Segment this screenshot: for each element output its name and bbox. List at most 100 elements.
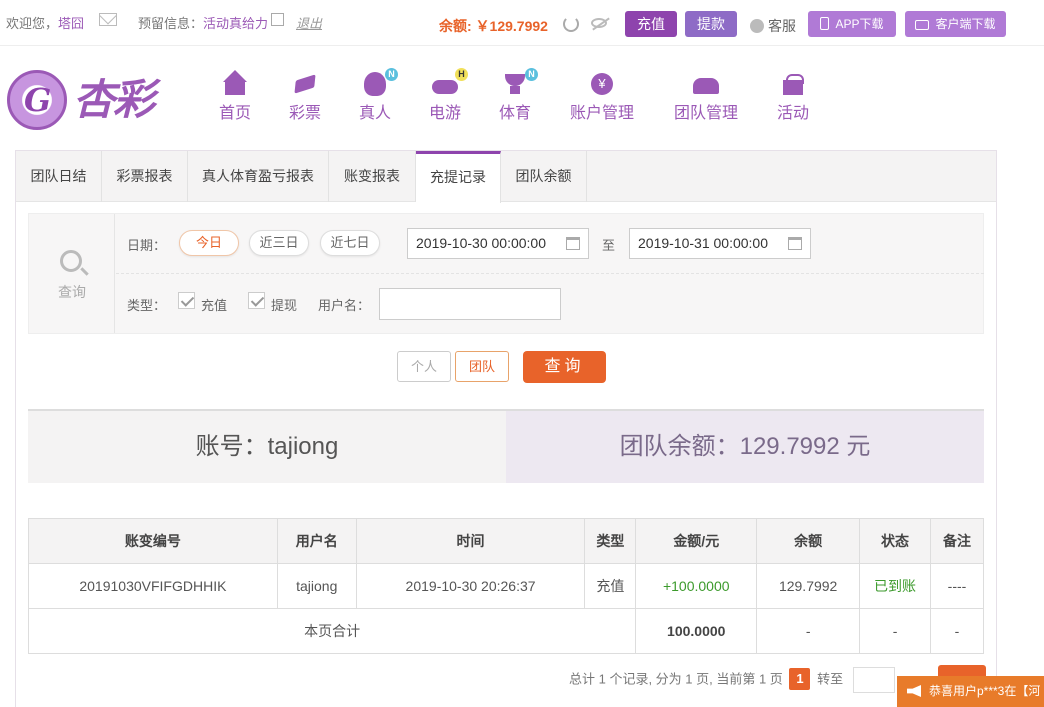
nav-sports-label: 体育 <box>498 105 531 122</box>
refresh-icon[interactable] <box>563 16 579 32</box>
notice-text: 恭喜用户p***3在【河 <box>929 684 1041 698</box>
live-dealer-icon: N <box>362 68 398 96</box>
calendar-icon[interactable] <box>566 237 580 250</box>
top-bar: 欢迎您，塔囧 预留信息：活动真给力 退出 余额: ￥129.7992 充值 提款… <box>0 0 1044 46</box>
charge-checkbox[interactable] <box>178 292 195 309</box>
team-icon <box>693 74 719 96</box>
col-time: 时间 <box>355 518 586 564</box>
nav-home[interactable]: 首页 <box>218 70 252 123</box>
nav-slots[interactable]: H 电游 <box>428 68 468 123</box>
tab-account-change[interactable]: 账变报表 <box>329 151 416 202</box>
username-link[interactable]: 塔囧 <box>58 16 84 31</box>
gamepad-icon: H <box>432 68 468 96</box>
cell-amount: +100.0000 <box>635 563 758 609</box>
quick-3days[interactable]: 近三日 <box>249 230 309 256</box>
calendar-icon[interactable] <box>788 237 802 250</box>
col-type: 类型 <box>584 518 637 564</box>
cell-balance: 129.7992 <box>756 563 861 609</box>
new-badge: N <box>525 68 538 81</box>
home-icon <box>222 70 248 96</box>
charge-button[interactable]: 充值 <box>625 11 677 37</box>
tab-deposit-withdraw[interactable]: 充提记录 <box>416 151 501 203</box>
nav-sports[interactable]: N 体育 <box>498 68 538 123</box>
date-to-value: 2019-10-31 00:00:00 <box>638 235 768 251</box>
logo-text: 杏彩 <box>73 76 155 123</box>
withdraw-checkbox[interactable] <box>248 292 265 309</box>
team-balance-summary: 团队余额：129.7992 元 <box>506 411 984 483</box>
nav-live-label: 真人 <box>358 105 391 122</box>
team-button[interactable]: 团队 <box>455 351 509 382</box>
megaphone-icon <box>907 685 921 697</box>
service-icon <box>750 19 764 33</box>
customer-service-link[interactable]: 客服 <box>750 16 796 36</box>
logout-link[interactable]: 退出 <box>296 13 322 32</box>
nav-lottery-label: 彩票 <box>288 105 321 122</box>
total-row: 本页合计 100.0000 - - - <box>27 608 984 654</box>
nav-activity[interactable]: 活动 <box>776 74 810 123</box>
welcome-prefix: 欢迎您， <box>6 16 59 31</box>
cell-time: 2019-10-30 20:26:37 <box>355 563 586 609</box>
nav-account[interactable]: 账户管理 <box>568 73 636 123</box>
col-username: 用户名 <box>276 518 357 564</box>
quick-today[interactable]: 今日 <box>179 230 239 256</box>
nav-slots-label: 电游 <box>428 105 461 122</box>
hot-badge: H <box>455 68 468 81</box>
date-from-input[interactable]: 2019-10-30 00:00:00 <box>407 228 589 259</box>
personal-button[interactable]: 个人 <box>397 351 451 382</box>
balance-display: 余额: ￥129.7992 <box>439 18 548 34</box>
tab-team-balance[interactable]: 团队余额 <box>501 151 587 202</box>
hide-balance-icon[interactable] <box>591 18 607 28</box>
edit-icon[interactable] <box>271 13 284 26</box>
username-label: 用户名： <box>318 298 371 313</box>
tab-team-daily[interactable]: 团队日结 <box>16 151 102 202</box>
query-button[interactable]: 查询 <box>523 351 606 383</box>
tab-live-sports-report[interactable]: 真人体育盈亏报表 <box>188 151 329 202</box>
charge-checkbox-label: 充值 <box>201 298 228 313</box>
total-balance: - <box>756 608 861 654</box>
winner-notice[interactable]: 恭喜用户p***3在【河 <box>897 676 1044 707</box>
logo-emblem <box>7 70 67 130</box>
current-page[interactable]: 1 <box>789 668 811 691</box>
filter-box: 查询 日期： 今日 近三日 近七日 2019-10-30 00:00:00 至 … <box>28 213 984 334</box>
mail-icon[interactable] <box>99 13 117 26</box>
quick-7days[interactable]: 近七日 <box>320 230 380 256</box>
nav-live[interactable]: N 真人 <box>358 68 398 123</box>
total-status: - <box>859 608 931 654</box>
total-label: 本页合计 <box>27 608 637 654</box>
page-jump-input[interactable] <box>852 667 895 693</box>
client-download-button[interactable]: 客户端下载 <box>905 11 1006 37</box>
nav-home-label: 首页 <box>218 105 251 122</box>
total-note: - <box>930 608 984 654</box>
date-to-input[interactable]: 2019-10-31 00:00:00 <box>629 228 811 259</box>
type-label: 类型： <box>127 298 167 313</box>
app-download-button[interactable]: APP下载 <box>808 11 896 37</box>
cell-status: 已到账 <box>859 563 931 609</box>
app-download-label: APP下载 <box>835 17 884 31</box>
to-label: 至 <box>602 238 616 253</box>
site-logo[interactable]: 杏彩 <box>7 70 157 132</box>
username-input[interactable] <box>379 288 561 320</box>
row-divider <box>116 273 984 274</box>
filter-side: 查询 <box>29 214 115 333</box>
pagination: 总计 1 个记录, 分为 1 页, 当前第 1 页 1 转至 <box>569 667 895 693</box>
nav-lottery[interactable]: 彩票 <box>288 74 322 123</box>
trophy-icon: N <box>502 68 538 96</box>
cell-type: 充值 <box>584 563 637 609</box>
gift-icon <box>780 74 806 96</box>
account-summary: 账号：tajiong <box>28 411 506 483</box>
tab-lottery-report[interactable]: 彩票报表 <box>102 151 188 202</box>
reserved-info: 预留信息：活动真给力 <box>138 13 268 32</box>
nav-account-label: 账户管理 <box>569 105 634 122</box>
col-serial: 账变编号 <box>28 518 278 564</box>
withdraw-button[interactable]: 提款 <box>685 11 737 37</box>
reserved-label: 预留信息： <box>138 16 204 31</box>
total-amount: 100.0000 <box>635 608 758 654</box>
col-amount: 金额/元 <box>635 518 758 564</box>
nav-team[interactable]: 团队管理 <box>672 74 740 123</box>
main-nav: 首页 彩票 N 真人 H 电游 N 体育 账户管理 团队管理 活动 <box>200 68 840 134</box>
ticket-icon <box>292 74 318 96</box>
new-badge: N <box>385 68 398 81</box>
cell-serial: 20191030VFIFGDHHIK <box>28 563 278 609</box>
pagination-summary: 总计 1 个记录, 分为 1 页, 当前第 1 页 <box>569 671 783 687</box>
table-header-row: 账变编号 用户名 时间 类型 金额/元 余额 状态 备注 <box>28 518 984 564</box>
